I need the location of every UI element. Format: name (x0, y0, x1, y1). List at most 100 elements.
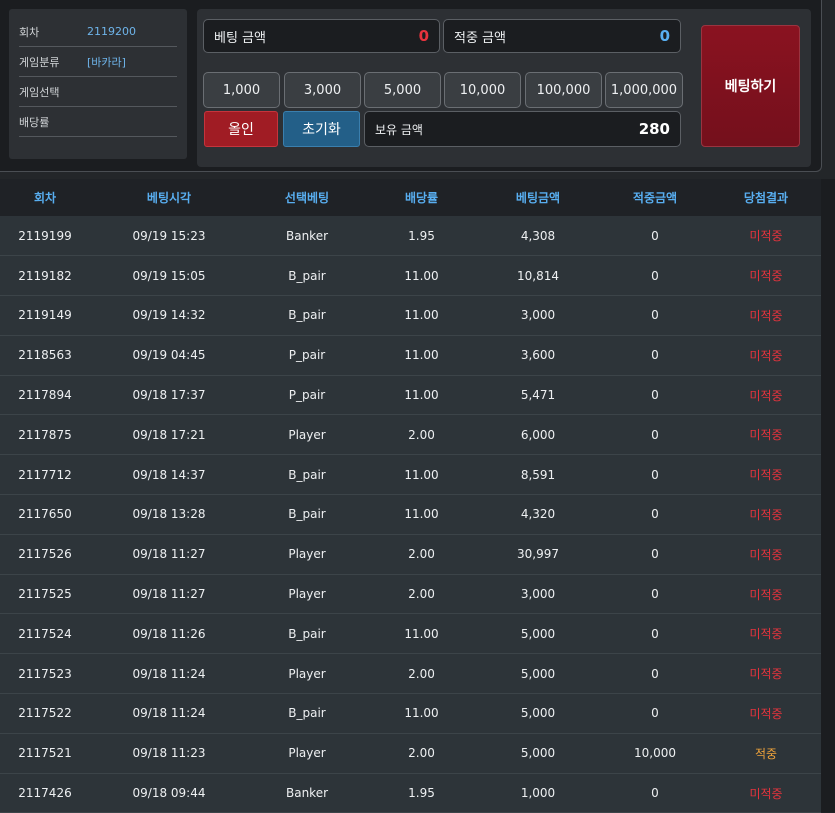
cell-round: 2117523 (18, 666, 72, 681)
bet-control-area: 회차 2119200 게임분류 [바카라] 게임선택 배당률 베팅 금액 0 적… (0, 0, 835, 179)
cell-bet-amount: 5,000 (520, 626, 556, 641)
cell-selection: B_pair (288, 268, 326, 283)
cell-round: 2117525 (18, 587, 72, 602)
table-row: 2117523 09/18 11:24 Player 2.00 5,000 0 미적중 (0, 653, 821, 694)
cell-odds: 2.00 (408, 746, 435, 761)
cell-result: 미적중 (749, 308, 783, 323)
place-bet-button[interactable]: 베팅하기 (701, 25, 800, 147)
cell-bet-amount: 4,320 (520, 507, 556, 522)
reset-button[interactable]: 초기화 (283, 111, 360, 147)
cell-result: 미적중 (749, 547, 783, 562)
cell-selection: Banker (285, 786, 329, 801)
cell-bet-time: 09/18 14:37 (132, 467, 206, 482)
cell-win-amount: 0 (651, 228, 659, 243)
chip-10000-button[interactable]: 10,000 (444, 72, 521, 108)
cell-win-amount: 10,000 (634, 746, 676, 761)
cell-win-amount: 0 (651, 348, 659, 363)
win-amount-label: 적중 금액 (454, 30, 506, 46)
balance-field: 보유 금액 280 (364, 111, 681, 147)
table-row: 2119199 09/19 15:23 Banker 1.95 4,308 0 미적중 (0, 216, 821, 256)
cell-win-amount: 0 (651, 308, 659, 323)
bet-amount-label: 베팅 금액 (214, 30, 266, 46)
round-value: 2119200 (87, 25, 136, 38)
cell-odds: 11.00 (404, 626, 439, 641)
cell-odds: 2.00 (408, 587, 435, 602)
bet-history-table: 회차 베팅시각 선택베팅 배당률 베팅금액 적중금액 당첨결과 2119199 0… (0, 179, 821, 813)
cell-result: 미적중 (749, 706, 783, 721)
chip-3000-button[interactable]: 3,000 (284, 72, 361, 108)
cell-win-amount: 0 (651, 666, 659, 681)
cell-win-amount: 0 (651, 547, 659, 562)
odds-label: 배당률 (19, 115, 50, 129)
table-row: 2119149 09/19 14:32 B_pair 11.00 3,000 0 미적중 (0, 295, 821, 336)
chip-100000-button[interactable]: 100,000 (525, 72, 602, 108)
cell-odds: 2.00 (408, 427, 435, 442)
cell-round: 2118563 (18, 348, 72, 363)
table-header-row: 회차 베팅시각 선택베팅 배당률 베팅금액 적중금액 당첨결과 (0, 179, 821, 216)
cell-result: 미적중 (749, 348, 783, 363)
cell-selection: B_pair (288, 467, 326, 482)
cell-bet-time: 09/19 14:32 (132, 308, 206, 323)
chip-1000-button[interactable]: 1,000 (203, 72, 280, 108)
col-header-bet-amount: 베팅금액 (515, 191, 561, 205)
cell-round: 2119149 (18, 308, 72, 323)
table-row: 2117525 09/18 11:27 Player 2.00 3,000 0 미적중 (0, 574, 821, 614)
cell-selection: Player (288, 547, 326, 562)
cell-result: 미적중 (749, 587, 783, 602)
cell-bet-amount: 3,000 (520, 587, 556, 602)
cell-bet-time: 09/18 11:23 (132, 746, 206, 761)
col-header-bet-time: 베팅시각 (146, 191, 192, 205)
scroll-gutter (821, 179, 835, 812)
cell-selection: P_pair (288, 348, 326, 363)
cell-selection: Banker (285, 228, 329, 243)
cell-selection: Player (288, 587, 326, 602)
table-row: 2119182 09/19 15:05 B_pair 11.00 10,814 0 미적중 (0, 255, 821, 296)
cell-win-amount: 0 (651, 507, 659, 522)
table-row: 2117526 09/18 11:27 Player 2.00 30,997 0 미적중 (0, 534, 821, 575)
cell-bet-time: 09/18 11:24 (132, 706, 206, 721)
cell-win-amount: 0 (651, 388, 659, 403)
table-row: 2118563 09/19 04:45 P_pair 11.00 3,600 0 미적중 (0, 335, 821, 376)
round-info-panel: 회차 2119200 게임분류 [바카라] 게임선택 배당률 (9, 9, 187, 159)
cell-result: 적중 (754, 746, 778, 761)
cell-bet-amount: 5,471 (520, 388, 556, 403)
table-row: 2117650 09/18 13:28 B_pair 11.00 4,320 0 미적중 (0, 494, 821, 535)
cell-bet-time: 09/19 15:23 (132, 228, 206, 243)
bet-amount-value: 0 (418, 27, 429, 45)
cell-odds: 2.00 (408, 666, 435, 681)
cell-bet-amount: 5,000 (520, 706, 556, 721)
cell-bet-time: 09/18 09:44 (132, 786, 206, 801)
cell-bet-time: 09/18 17:37 (132, 388, 206, 403)
cell-round: 2117650 (18, 507, 72, 522)
cell-odds: 11.00 (404, 467, 439, 482)
game-type-value: [바카라] (87, 55, 126, 69)
all-in-button[interactable]: 올인 (204, 111, 278, 147)
win-amount-value: 0 (659, 27, 670, 45)
cell-odds: 11.00 (404, 348, 439, 363)
col-header-result: 당첨결과 (743, 191, 789, 205)
cell-round: 2117712 (18, 467, 72, 482)
cell-bet-time: 09/18 17:21 (132, 427, 206, 442)
cell-odds: 11.00 (404, 308, 439, 323)
table-row: 2117894 09/18 17:37 P_pair 11.00 5,471 0 미적중 (0, 375, 821, 415)
balance-value: 280 (638, 120, 670, 138)
chip-5000-button[interactable]: 5,000 (364, 72, 441, 108)
chip-1000000-button[interactable]: 1,000,000 (605, 72, 683, 108)
cell-win-amount: 0 (651, 786, 659, 801)
cell-bet-amount: 5,000 (520, 746, 556, 761)
col-header-round: 회차 (33, 191, 57, 205)
table-row: 2117426 09/18 09:44 Banker 1.95 1,000 0 미적중 (0, 773, 821, 813)
cell-round: 2117522 (18, 706, 72, 721)
cell-round: 2119199 (18, 228, 72, 243)
cell-selection: Player (288, 427, 326, 442)
table-row: 2117875 09/18 17:21 Player 2.00 6,000 0 미적중 (0, 414, 821, 455)
info-row-round: 회차 2119200 (19, 17, 177, 47)
cell-bet-time: 09/18 11:26 (132, 626, 206, 641)
cell-bet-time: 09/18 13:28 (132, 507, 206, 522)
col-header-selection: 선택베팅 (284, 191, 330, 205)
win-amount-field: 적중 금액 0 (443, 19, 681, 53)
cell-result: 미적중 (749, 229, 783, 244)
cell-bet-time: 09/18 11:24 (132, 666, 206, 681)
cell-selection: B_pair (288, 507, 326, 522)
info-row-odds: 배당률 (19, 107, 177, 137)
